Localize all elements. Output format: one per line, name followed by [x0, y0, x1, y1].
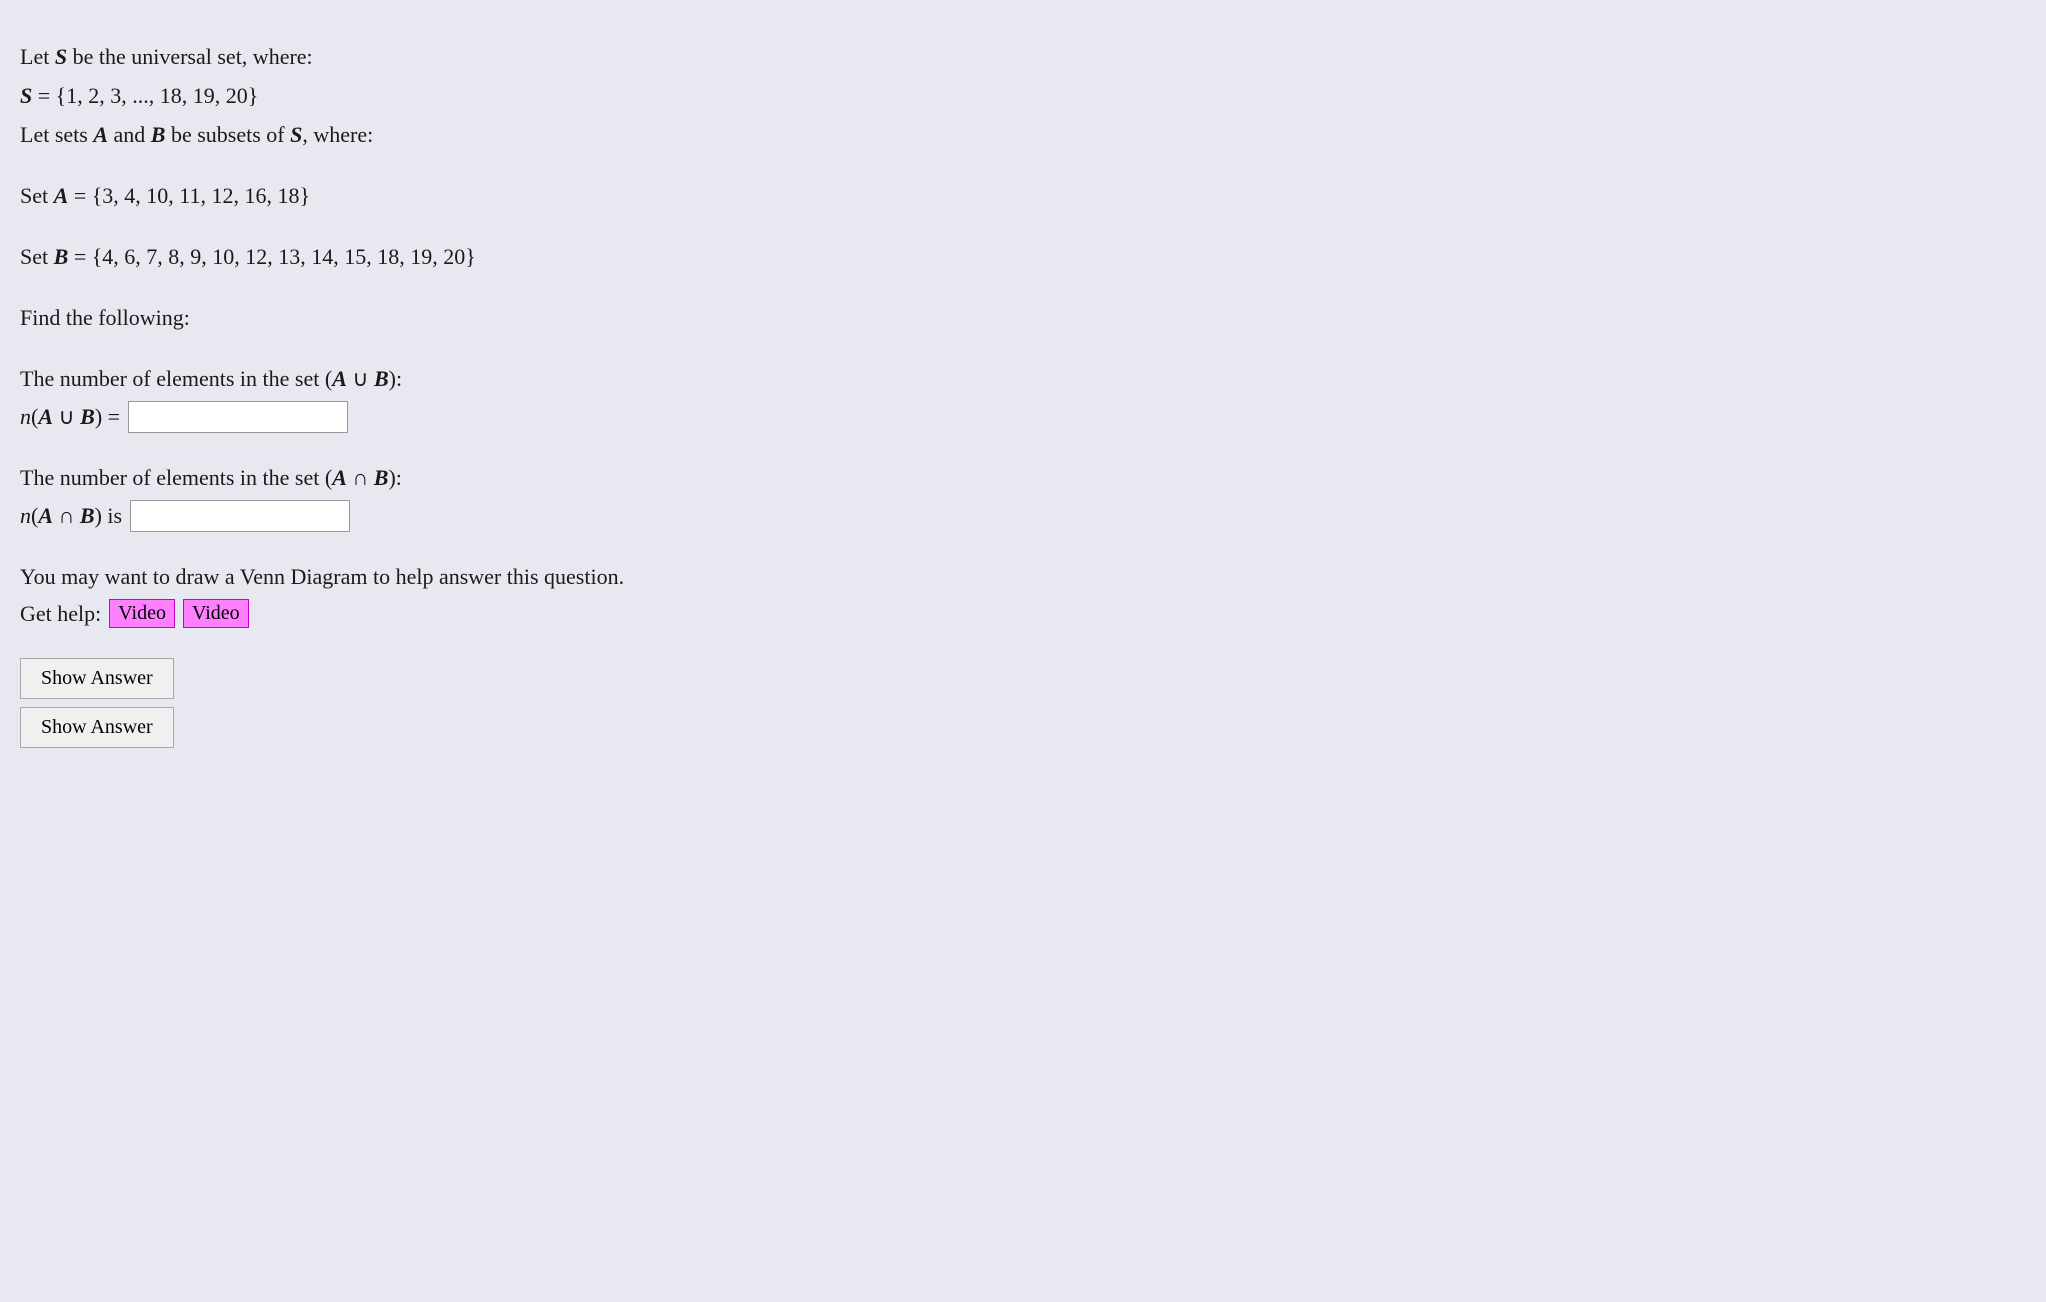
set-a-definition: Set A = {3, 4, 10, 11, 12, 16, 18}: [20, 179, 920, 212]
show-answer-button-2[interactable]: Show Answer: [20, 707, 174, 748]
find-label: Find the following:: [20, 301, 920, 334]
intersection-answer-input[interactable]: [130, 500, 350, 532]
intro-line3: Let sets A and B be subsets of S, where:: [20, 118, 920, 151]
union-input-row: n(A ∪ B) =: [20, 401, 920, 433]
video-link-1[interactable]: Video: [109, 599, 175, 628]
main-content: Let S be the universal set, where: S = {…: [20, 30, 920, 758]
intro-line1: Let S be the universal set, where:: [20, 40, 920, 73]
show-answer-button-1[interactable]: Show Answer: [20, 658, 174, 699]
help-row: Get help: Video Video: [20, 599, 920, 628]
video-link-2[interactable]: Video: [183, 599, 249, 628]
union-question: The number of elements in the set (A ∪ B…: [20, 362, 920, 395]
set-b-definition: Set B = {4, 6, 7, 8, 9, 10, 12, 13, 14, …: [20, 240, 920, 273]
intersection-input-row: n(A ∩ B) is: [20, 500, 920, 532]
intro-line2: S = {1, 2, 3, ..., 18, 19, 20}: [20, 79, 920, 112]
intersection-question: The number of elements in the set (A ∩ B…: [20, 461, 920, 494]
intersection-label: n(A ∩ B) is: [20, 503, 122, 529]
help-label: Get help:: [20, 601, 101, 627]
union-answer-input[interactable]: [128, 401, 348, 433]
union-label: n(A ∪ B) =: [20, 404, 120, 430]
hint-text: You may want to draw a Venn Diagram to h…: [20, 560, 920, 593]
